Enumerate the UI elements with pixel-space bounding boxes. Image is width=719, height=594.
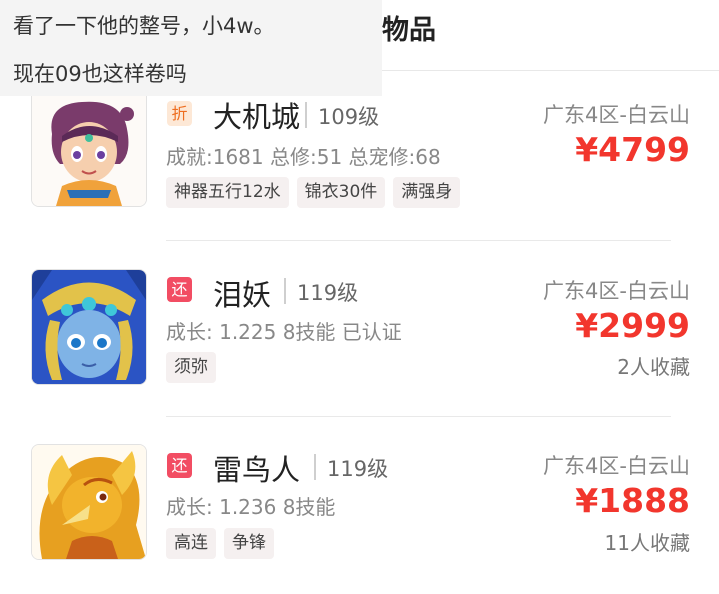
listing-item[interactable]: 折 大机城 109级 成就:1681 总修:51 总宠修:68 神器五行12水 … [0, 94, 719, 244]
tag: 须弥 [166, 352, 216, 383]
tag: 满强身 [393, 177, 461, 208]
overlay-line-2: 现在09也这样卷吗 [13, 62, 187, 86]
item-divider [166, 240, 671, 241]
price: ¥2999 [575, 306, 690, 345]
price: ¥1888 [575, 481, 690, 520]
character-avatar [31, 269, 147, 385]
server-name: 广东4区-白云山 [543, 103, 690, 127]
favorites-count: 11人收藏 [604, 531, 690, 555]
server-name: 广东4区-白云山 [543, 454, 690, 478]
name-level-separator [284, 278, 286, 304]
tag-list: 须弥 [166, 352, 216, 383]
message-overlay: 看了一下他的整号，小4w。 现在09也这样卷吗 [0, 0, 382, 96]
name-level-separator [314, 454, 316, 480]
character-portrait-icon [32, 445, 146, 559]
character-portrait-icon [32, 270, 146, 384]
character-avatar [31, 94, 147, 207]
discount-badge: 折 [167, 101, 192, 126]
character-stats: 成就:1681 总修:51 总宠修:68 [166, 145, 441, 169]
listing-item[interactable]: 还 泪妖 119级 成长: 1.225 8技能 已认证 须弥 广东4区-白云山 … [0, 269, 719, 419]
header-divider [382, 70, 719, 71]
item-divider [166, 416, 671, 417]
tag: 神器五行12水 [166, 177, 289, 208]
character-name: 雷鸟人 [213, 453, 301, 487]
character-portrait-icon [32, 94, 146, 206]
character-avatar [31, 444, 147, 560]
character-stats: 成长: 1.236 8技能 [166, 495, 336, 519]
price: ¥4799 [575, 130, 690, 169]
tag-list: 神器五行12水 锦衣30件 满强身 [166, 177, 461, 208]
name-level-separator [305, 102, 307, 128]
character-name: 大机城 [213, 100, 301, 134]
character-level: 109级 [318, 105, 380, 129]
server-name: 广东4区-白云山 [543, 279, 690, 303]
character-level: 119级 [297, 281, 359, 305]
tag-list: 高连 争锋 [166, 528, 274, 559]
overlay-line-1: 看了一下他的整号，小4w。 [13, 14, 275, 38]
tag: 高连 [166, 528, 216, 559]
tag: 锦衣30件 [296, 177, 386, 208]
listing-item[interactable]: 还 雷鸟人 119级 成长: 1.236 8技能 高连 争锋 广东4区-白云山 … [0, 444, 719, 594]
favorites-count: 2人收藏 [617, 355, 690, 379]
page-title: 物品 [382, 15, 436, 46]
return-badge: 还 [167, 277, 192, 302]
tag: 争锋 [224, 528, 274, 559]
character-name: 泪妖 [213, 278, 272, 312]
character-stats: 成长: 1.225 8技能 已认证 [166, 320, 402, 344]
return-badge: 还 [167, 453, 192, 478]
character-level: 119级 [327, 457, 389, 481]
